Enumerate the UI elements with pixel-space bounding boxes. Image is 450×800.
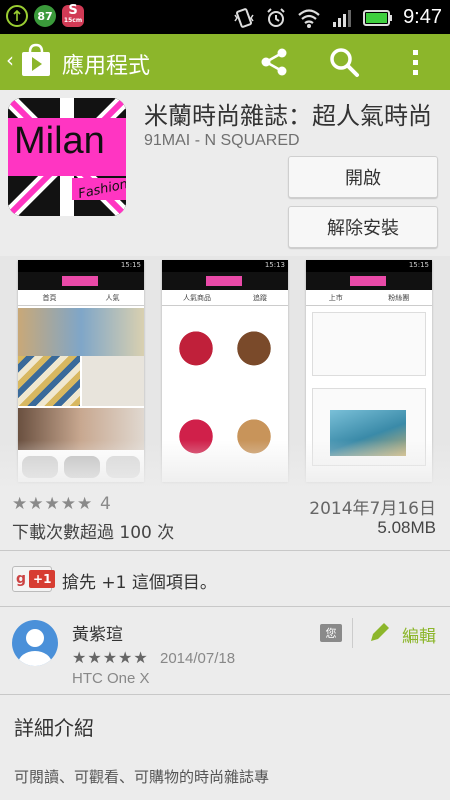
notification-app-icon: S 15cm [62, 3, 84, 27]
clock: 9:47 [403, 6, 442, 28]
screenshot-app-bar [162, 272, 288, 290]
plus-one-text: 搶先 +1 這個項目。 [62, 573, 217, 593]
search-icon[interactable] [328, 46, 360, 78]
overflow-menu-icon[interactable] [400, 46, 432, 78]
app-meta: ★★★★★ 4 2014年7月16日 下載次數超過 100 次 5.08MB [0, 486, 450, 543]
system-icons: 9:47 [233, 6, 442, 29]
developer-name[interactable]: 91MAI - N SQUARED [144, 132, 300, 150]
vibrate-icon [234, 7, 254, 28]
download-count: 下載次數超過 100 次 [12, 523, 175, 543]
screenshot-tabs: 上市 粉絲團 [306, 290, 432, 306]
screenshot-tab: 人氣商品 [183, 293, 211, 302]
screenshot-app-bar [306, 272, 432, 290]
review-device: HTC One X [72, 670, 150, 687]
updated-date: 2014年7月16日 [309, 499, 436, 519]
screenshot-time: 15:13 [264, 261, 285, 269]
app-size: 5.08MB [377, 518, 436, 537]
screenshots-fade [0, 440, 450, 488]
screenshot-status-bar: 15:15 [18, 260, 144, 272]
notification-badge: 87 [34, 5, 56, 27]
plus-one-label: +1 [29, 570, 56, 588]
description-line: 可閱讀、可觀看、可購物的時尚雜誌專 [14, 768, 270, 786]
screenshot-tab: 粉絲團 [388, 293, 410, 302]
screenshot-tab: 首頁 [42, 293, 57, 302]
reviewer-name: 黃紫瑄 [72, 625, 123, 645]
divider [0, 550, 450, 551]
screenshot-status-bar: 15:15 [306, 260, 432, 272]
screenshot-tab: 追蹤 [253, 293, 267, 302]
plus-one-button[interactable]: g +1 [12, 566, 56, 592]
notification-icons: 87 S 15cm [6, 3, 84, 27]
app-title: 米蘭時尚雜誌：超人氣時尚 [144, 102, 432, 130]
rating-count: 4 [100, 494, 111, 514]
pencil-icon[interactable] [368, 620, 392, 644]
screenshot-tab: 人氣 [105, 293, 120, 302]
description-text[interactable]: 可閱讀、可觀看、可購物的時尚雜誌專 [14, 764, 444, 790]
screenshot-tabs: 首頁 人氣 [18, 290, 144, 306]
action-bar: ‹ 應用程式 [0, 34, 450, 90]
edit-button[interactable]: 編輯 [402, 622, 436, 647]
signal-icon [333, 9, 352, 27]
details-heading: 詳細介紹 [14, 716, 94, 740]
share-icon[interactable] [258, 46, 290, 78]
screenshot-status-bar: 15:13 [162, 260, 288, 272]
screenshot-tab: 上市 [328, 293, 343, 302]
play-store-bag-icon[interactable] [20, 43, 52, 77]
notification-app-letter: S [68, 3, 78, 18]
alarm-icon [267, 7, 285, 27]
divider [352, 618, 353, 648]
screenshot-app-bar [18, 272, 144, 290]
review-date: 2014/07/18 [160, 650, 236, 667]
wifi-icon [298, 8, 320, 28]
screenshot-tabs: 人氣商品 追蹤 [162, 290, 288, 306]
app-header: Milan Fashion 米蘭時尚雜誌：超人氣時尚 91MAI - N SQU… [0, 90, 450, 258]
app-icon-text: Milan [14, 120, 105, 162]
uninstall-button[interactable]: 解除安裝 [288, 206, 438, 248]
notification-app-sub: 15cm [63, 17, 83, 24]
rating-stars: ★★★★★ [12, 494, 94, 514]
app-icon: Milan Fashion [8, 98, 126, 216]
divider [0, 694, 450, 695]
you-badge: 您 [320, 624, 342, 642]
avatar [12, 620, 58, 666]
reviewer-stars: ★★★★★ [72, 648, 149, 667]
google-g-icon: g [16, 571, 27, 587]
status-bar: 87 S 15cm 9:47 [0, 0, 450, 34]
screenshot-time: 15:15 [408, 261, 429, 269]
open-button[interactable]: 開啟 [288, 156, 438, 198]
divider [0, 606, 450, 607]
usb-icon [6, 5, 28, 27]
battery-icon [363, 9, 393, 26]
action-bar-title[interactable]: 應用程式 [62, 48, 150, 80]
back-icon[interactable]: ‹ [6, 48, 14, 72]
screenshot-time: 15:15 [120, 261, 141, 269]
